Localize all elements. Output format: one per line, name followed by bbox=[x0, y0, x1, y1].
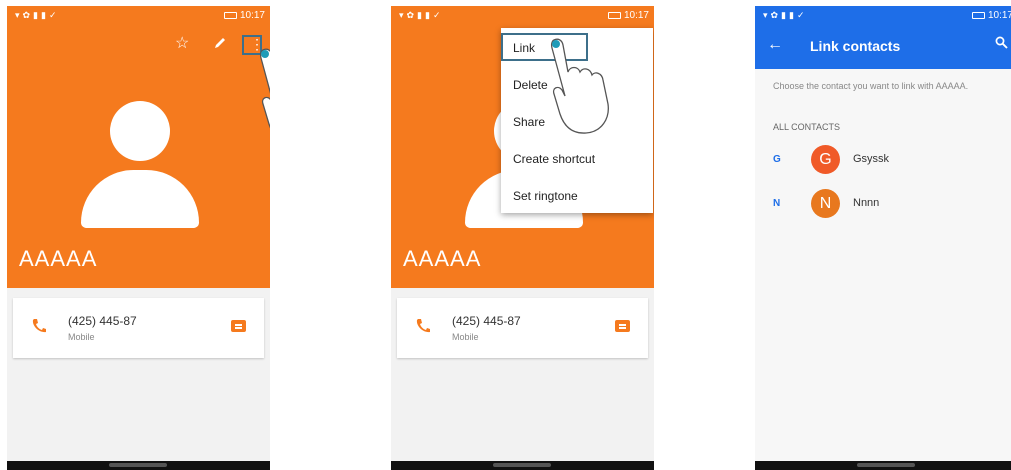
phone-icon[interactable] bbox=[415, 318, 431, 334]
menu-item-create-shortcut[interactable]: Create shortcut bbox=[513, 152, 595, 166]
nav-bar bbox=[7, 461, 270, 470]
status-bar: ▾✿▮▮✓ 10:17 bbox=[7, 6, 270, 25]
message-icon[interactable] bbox=[615, 320, 630, 332]
section-header: ALL CONTACTS bbox=[773, 122, 841, 132]
status-bar: ▾✿▮▮✓ 10:17 bbox=[755, 6, 1011, 25]
phone-card[interactable]: (425) 445-87 Mobile bbox=[397, 298, 648, 358]
battery-icon bbox=[223, 12, 237, 19]
link-prompt-text: Choose the contact you want to link with… bbox=[773, 81, 969, 91]
screen-link-contacts: ← Link contacts ▾✿▮▮✓ 10:17 Choose the c… bbox=[755, 6, 1011, 470]
menu-item-delete[interactable]: Delete bbox=[513, 78, 548, 92]
nav-bar bbox=[391, 461, 654, 470]
star-icon[interactable]: ☆ bbox=[175, 36, 189, 52]
message-icon[interactable] bbox=[231, 320, 246, 332]
status-icons: ▾✿▮▮✓ bbox=[763, 10, 808, 20]
status-icons: ▾✿▮▮✓ bbox=[15, 10, 60, 20]
contact-avatar-head bbox=[110, 101, 170, 161]
phone-type: Mobile bbox=[68, 332, 95, 342]
menu-item-set-ringtone[interactable]: Set ringtone bbox=[513, 189, 578, 203]
status-time: 10:17 bbox=[239, 10, 265, 21]
back-arrow-icon[interactable]: ← bbox=[767, 36, 783, 54]
tap-hand-icon bbox=[259, 48, 270, 129]
avatar: G bbox=[811, 145, 840, 174]
status-bar: ▾✿▮▮✓ 10:17 bbox=[391, 6, 654, 25]
nav-home-pill[interactable] bbox=[493, 463, 551, 467]
phone-icon[interactable] bbox=[31, 318, 47, 334]
phone-type: Mobile bbox=[452, 332, 479, 342]
search-icon[interactable] bbox=[995, 36, 1008, 49]
phone-number: (425) 445-87 bbox=[68, 314, 137, 328]
menu-item-share[interactable]: Share bbox=[513, 115, 545, 129]
battery-icon bbox=[607, 12, 621, 19]
screen-contact-detail: ☆ ⋮ AAAAA ▾✿▮▮✓ 10:17 (425) 445-87 Mobil… bbox=[7, 6, 270, 470]
status-time: 10:17 bbox=[623, 10, 649, 21]
contact-avatar-body bbox=[81, 170, 199, 228]
contact-name: Gsyssk bbox=[853, 153, 890, 165]
page-title: Link contacts bbox=[810, 38, 901, 54]
nav-home-pill[interactable] bbox=[857, 463, 915, 467]
nav-home-pill[interactable] bbox=[109, 463, 167, 467]
nav-bar bbox=[755, 461, 1011, 470]
index-letter: G bbox=[773, 154, 781, 165]
screen-options-menu: AAAAA ▾✿▮▮✓ 10:17 Link Delete Share Crea… bbox=[391, 6, 654, 470]
contact-header: ☆ ⋮ AAAAA bbox=[7, 6, 270, 288]
avatar: N bbox=[811, 189, 840, 218]
tap-hand-icon bbox=[550, 38, 609, 134]
phone-card[interactable]: (425) 445-87 Mobile bbox=[13, 298, 264, 358]
contact-name: AAAAA bbox=[403, 246, 482, 271]
edit-pencil-icon[interactable] bbox=[213, 36, 227, 50]
index-letter: N bbox=[773, 198, 781, 209]
contact-name: Nnnn bbox=[853, 197, 880, 209]
status-icons: ▾✿▮▮✓ bbox=[399, 10, 444, 20]
menu-item-link[interactable]: Link bbox=[513, 41, 535, 55]
phone-number: (425) 445-87 bbox=[452, 314, 521, 328]
status-time: 10:17 bbox=[987, 10, 1011, 21]
contact-name: AAAAA bbox=[19, 246, 98, 271]
battery-icon bbox=[971, 12, 985, 19]
